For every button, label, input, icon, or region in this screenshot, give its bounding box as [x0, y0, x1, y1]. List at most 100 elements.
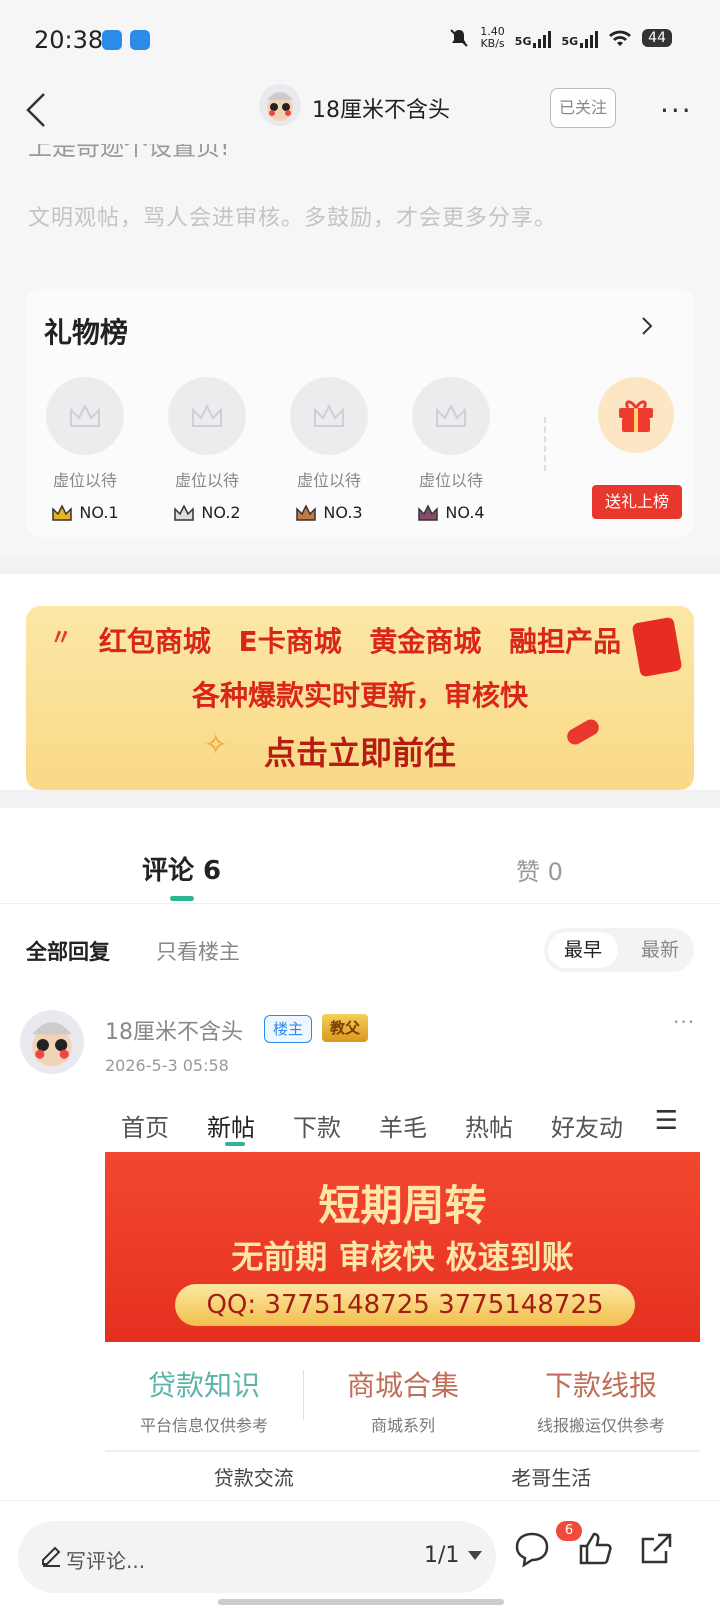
follow-button[interactable]: 已关注 [550, 88, 616, 128]
gift-slot-4[interactable]: 虚位以待 NO.4 [406, 377, 496, 522]
tab-comments[interactable]: 评论 6 [142, 850, 221, 887]
status-right: 1.40 KB/s 5G 5G 44 [448, 26, 672, 50]
image-nav-indicator [225, 1142, 245, 1146]
ad-banner[interactable]: 〃 红包商城 E卡商城 黄金商城 融担产品 各种爆款实时更新，审核快 ✧ 点击立… [26, 606, 694, 790]
image-nav-item: 热帖 [465, 1113, 513, 1142]
comment-bubble-icon[interactable] [512, 1529, 552, 1569]
more-menu-icon[interactable]: ··· [660, 94, 693, 127]
level-badge: 教父 [322, 1014, 369, 1042]
pencil-icon [42, 1546, 61, 1567]
post-text-cut: 上是奇迹个设置页! [28, 144, 230, 158]
image-qq: QQ: 3775148725 3775148725 [175, 1284, 635, 1326]
gift-box-icon [619, 400, 653, 432]
signal-bars-icon [580, 28, 599, 48]
comment-author[interactable]: 18厘米不含头 [105, 1014, 243, 1046]
gift-leaderboard: 礼物榜 虚位以待 NO.1 虚位以待 NO.2 虚位以待 NO.3 虚位以待 N… [26, 289, 694, 537]
image-grid-cell: 商城合集 商城系列 [346, 1369, 459, 1435]
civility-notice: 文明观帖，骂人会进审核。多鼓励，才会更多分享。 [28, 206, 558, 231]
gift-slot-label: 虚位以待 [296, 471, 361, 490]
gift-slot-rank: NO.2 [201, 503, 241, 522]
page-title: 18厘米不含头 [312, 98, 450, 123]
tab-likes[interactable]: 赞 0 [516, 852, 563, 887]
net-speed: 1.40 KB/s [480, 25, 505, 50]
hamburger-icon: ☰ [654, 1106, 678, 1136]
comment-image[interactable]: 首页 新帖 下款 羊毛 热帖 好友动 ☰ 短期周转 无前期 审核快 极速到账 Q… [105, 1100, 700, 1500]
image-grid: 贷款知识 平台信息仅供参考 商城合集 商城系列 下款线报 线报搬运仅供参考 [105, 1350, 700, 1440]
signal-5g-1: 5G [515, 28, 552, 48]
filter-all-replies[interactable]: 全部回复 [26, 936, 110, 966]
gift-slot-rank: NO.4 [445, 503, 485, 522]
status-time: 20:38 [34, 26, 104, 54]
comment-item: 18厘米不含头 楼主 教父 ··· 2026-5-3 05:58 首页 新帖 下… [0, 1000, 720, 1500]
sort-toggle: 最早 最新 [544, 928, 694, 972]
sort-latest[interactable]: 最新 [630, 932, 690, 968]
image-row2: 贷款交流 老哥生活 [105, 1450, 700, 1490]
banner-line-1: 红包商城 E卡商城 黄金商城 融担产品 [98, 625, 622, 658]
image-subline: 无前期 审核快 极速到账 [231, 1238, 574, 1276]
comment-more-icon[interactable]: ··· [673, 1010, 695, 1034]
comment-avatar[interactable] [20, 1010, 84, 1074]
filter-owner-only[interactable]: 只看楼主 [156, 936, 240, 966]
image-row2-item: 贷款交流 [213, 1466, 294, 1490]
share-icon[interactable] [636, 1529, 676, 1569]
empty-crown-icon [290, 377, 368, 455]
empty-crown-icon [168, 377, 246, 455]
image-nav-item: 羊毛 [379, 1113, 427, 1142]
section-divider [0, 790, 720, 808]
gift-slot-rank: NO.1 [79, 503, 119, 522]
image-grid-cell: 贷款知识 平台信息仅供参考 [139, 1369, 268, 1435]
crown-gold-icon [52, 503, 73, 521]
reply-filter: 全部回复 只看楼主 最早 最新 [0, 920, 720, 980]
gift-slot-3[interactable]: 虚位以待 NO.3 [284, 377, 374, 522]
section-divider [0, 556, 720, 574]
gift-box-button[interactable] [598, 377, 674, 453]
image-red-banner: 短期周转 无前期 审核快 极速到账 QQ: 3775148725 3775148… [105, 1152, 700, 1342]
back-arrow-icon[interactable] [18, 90, 58, 130]
image-nav-item: 下款 [293, 1113, 341, 1142]
gift-slot-1[interactable]: 虚位以待 NO.1 [40, 377, 130, 522]
sort-earliest[interactable]: 最早 [548, 932, 618, 968]
image-nav-item: 好友动 [551, 1113, 623, 1142]
bottom-action-bar: 写评论... 1/1 6 [0, 1500, 720, 1608]
crown-bronze-icon [296, 503, 317, 521]
battery-indicator: 44 [642, 29, 672, 47]
caret-down-icon[interactable] [468, 1551, 482, 1560]
banner-line-2: 各种爆款实时更新，审核快 [191, 679, 528, 712]
gift-slot-label: 虚位以待 [418, 471, 483, 490]
crown-silver-icon [174, 503, 195, 521]
gift-board-title: 礼物榜 [44, 316, 129, 349]
image-nav-item: 新帖 [207, 1113, 255, 1142]
chevron-right-icon[interactable] [636, 315, 658, 337]
tab-active-indicator [170, 896, 194, 901]
signal-5g-2: 5G [561, 28, 599, 48]
image-headline: 短期周转 [318, 1181, 487, 1230]
comment-tabs: 评论 6 赞 0 [0, 824, 720, 904]
app-notification-icon [130, 30, 150, 50]
mute-bell-icon [450, 29, 469, 47]
comment-time: 2026-5-3 05:58 [105, 1056, 229, 1075]
gift-slot-rank: NO.3 [323, 503, 363, 522]
image-nav: 首页 新帖 下款 羊毛 热帖 好友动 ☰ [105, 1100, 700, 1150]
notification-icons [102, 30, 150, 50]
comment-input[interactable]: 写评论... 1/1 [18, 1521, 496, 1593]
home-indicator [218, 1599, 504, 1605]
image-nav-item: 首页 [121, 1113, 169, 1142]
crown-purple-icon [418, 503, 439, 521]
empty-crown-icon [46, 377, 124, 455]
thumbs-up-icon[interactable] [575, 1529, 615, 1569]
send-gift-button[interactable]: 送礼上榜 [592, 485, 682, 519]
status-bar: 20:38 1.40 KB/s 5G 5G 44 [0, 0, 720, 84]
page-indicator[interactable]: 1/1 [424, 1543, 459, 1568]
owner-badge: 楼主 [264, 1015, 313, 1043]
signal-bars-icon [533, 28, 552, 48]
wifi-icon [609, 30, 632, 46]
app-notification-icon [102, 30, 122, 50]
empty-crown-icon [412, 377, 490, 455]
gift-slot-2[interactable]: 虚位以待 NO.2 [162, 377, 252, 522]
gift-divider [544, 417, 546, 471]
gift-slot-label: 虚位以待 [52, 471, 117, 490]
top-nav-bar: 18厘米不含头 已关注 ··· [0, 84, 720, 144]
gift-slot-label: 虚位以待 [174, 471, 239, 490]
author-avatar[interactable] [259, 84, 301, 126]
comment-placeholder: 写评论... [66, 1549, 146, 1573]
